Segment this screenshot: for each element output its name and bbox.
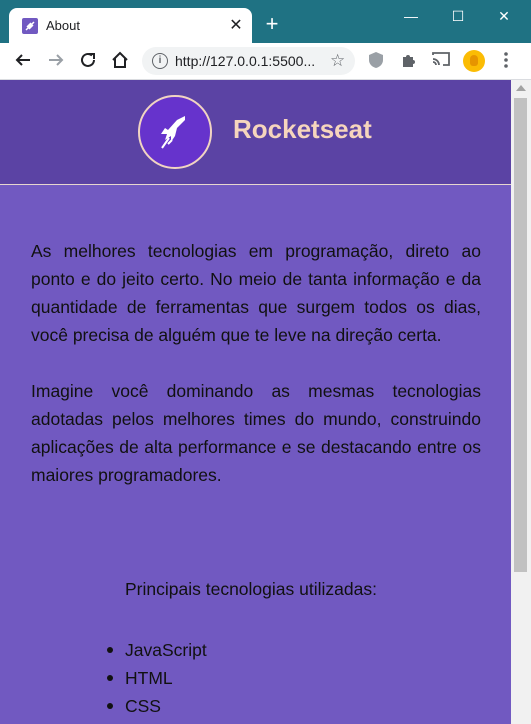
technologies-list: JavaScript HTML CSS — [107, 636, 207, 720]
address-bar[interactable]: i http://127.0.0.1:5500... ☆ — [142, 47, 355, 75]
paragraph: Imagine você dominando as mesmas tecnolo… — [31, 381, 481, 485]
profile-avatar-icon[interactable] — [463, 50, 485, 72]
window-close-icon[interactable]: ✕ — [492, 6, 516, 26]
reload-icon[interactable] — [78, 51, 98, 71]
minimize-icon[interactable]: — — [399, 6, 423, 26]
about-text: As melhores tecnologias em programação, … — [31, 237, 481, 517]
scroll-thumb[interactable] — [514, 98, 527, 572]
rocket-favicon-icon — [22, 18, 38, 34]
browser-tab[interactable]: About ✕ — [9, 8, 252, 43]
browser-titlebar: About ✕ + — ☐ ✕ — [0, 0, 531, 43]
page-viewport: Rocketseat As melhores tecnologias em pr… — [0, 80, 511, 724]
paragraph: As melhores tecnologias em programação, … — [31, 241, 481, 345]
rocketseat-logo-icon — [138, 95, 212, 169]
info-icon[interactable]: i — [152, 53, 168, 69]
technologies-heading: Principais tecnologias utilizadas: — [125, 579, 377, 599]
tab-close-icon[interactable]: ✕ — [227, 17, 245, 35]
tab-title: About — [46, 18, 80, 33]
cast-icon[interactable] — [431, 51, 451, 71]
star-icon[interactable]: ☆ — [330, 51, 345, 71]
new-tab-button[interactable]: + — [262, 13, 282, 35]
kebab-menu-icon[interactable] — [496, 51, 516, 71]
url-text[interactable]: http://127.0.0.1:5500... — [175, 53, 320, 69]
scroll-up-arrow-icon[interactable] — [516, 85, 526, 91]
page-header: Rocketseat — [0, 80, 511, 185]
browser-toolbar: i http://127.0.0.1:5500... ☆ — [0, 43, 531, 80]
puzzle-extensions-icon[interactable] — [399, 51, 419, 71]
list-item: HTML — [107, 664, 207, 692]
list-item: CSS — [107, 692, 207, 720]
brand-name: Rocketseat — [233, 114, 372, 144]
shield-extension-icon[interactable] — [366, 51, 386, 71]
list-item: JavaScript — [107, 636, 207, 664]
vertical-scrollbar[interactable] — [511, 80, 531, 724]
maximize-icon[interactable]: ☐ — [446, 6, 470, 26]
back-icon[interactable] — [13, 51, 33, 71]
forward-icon[interactable] — [46, 51, 66, 71]
home-icon[interactable] — [110, 51, 130, 71]
